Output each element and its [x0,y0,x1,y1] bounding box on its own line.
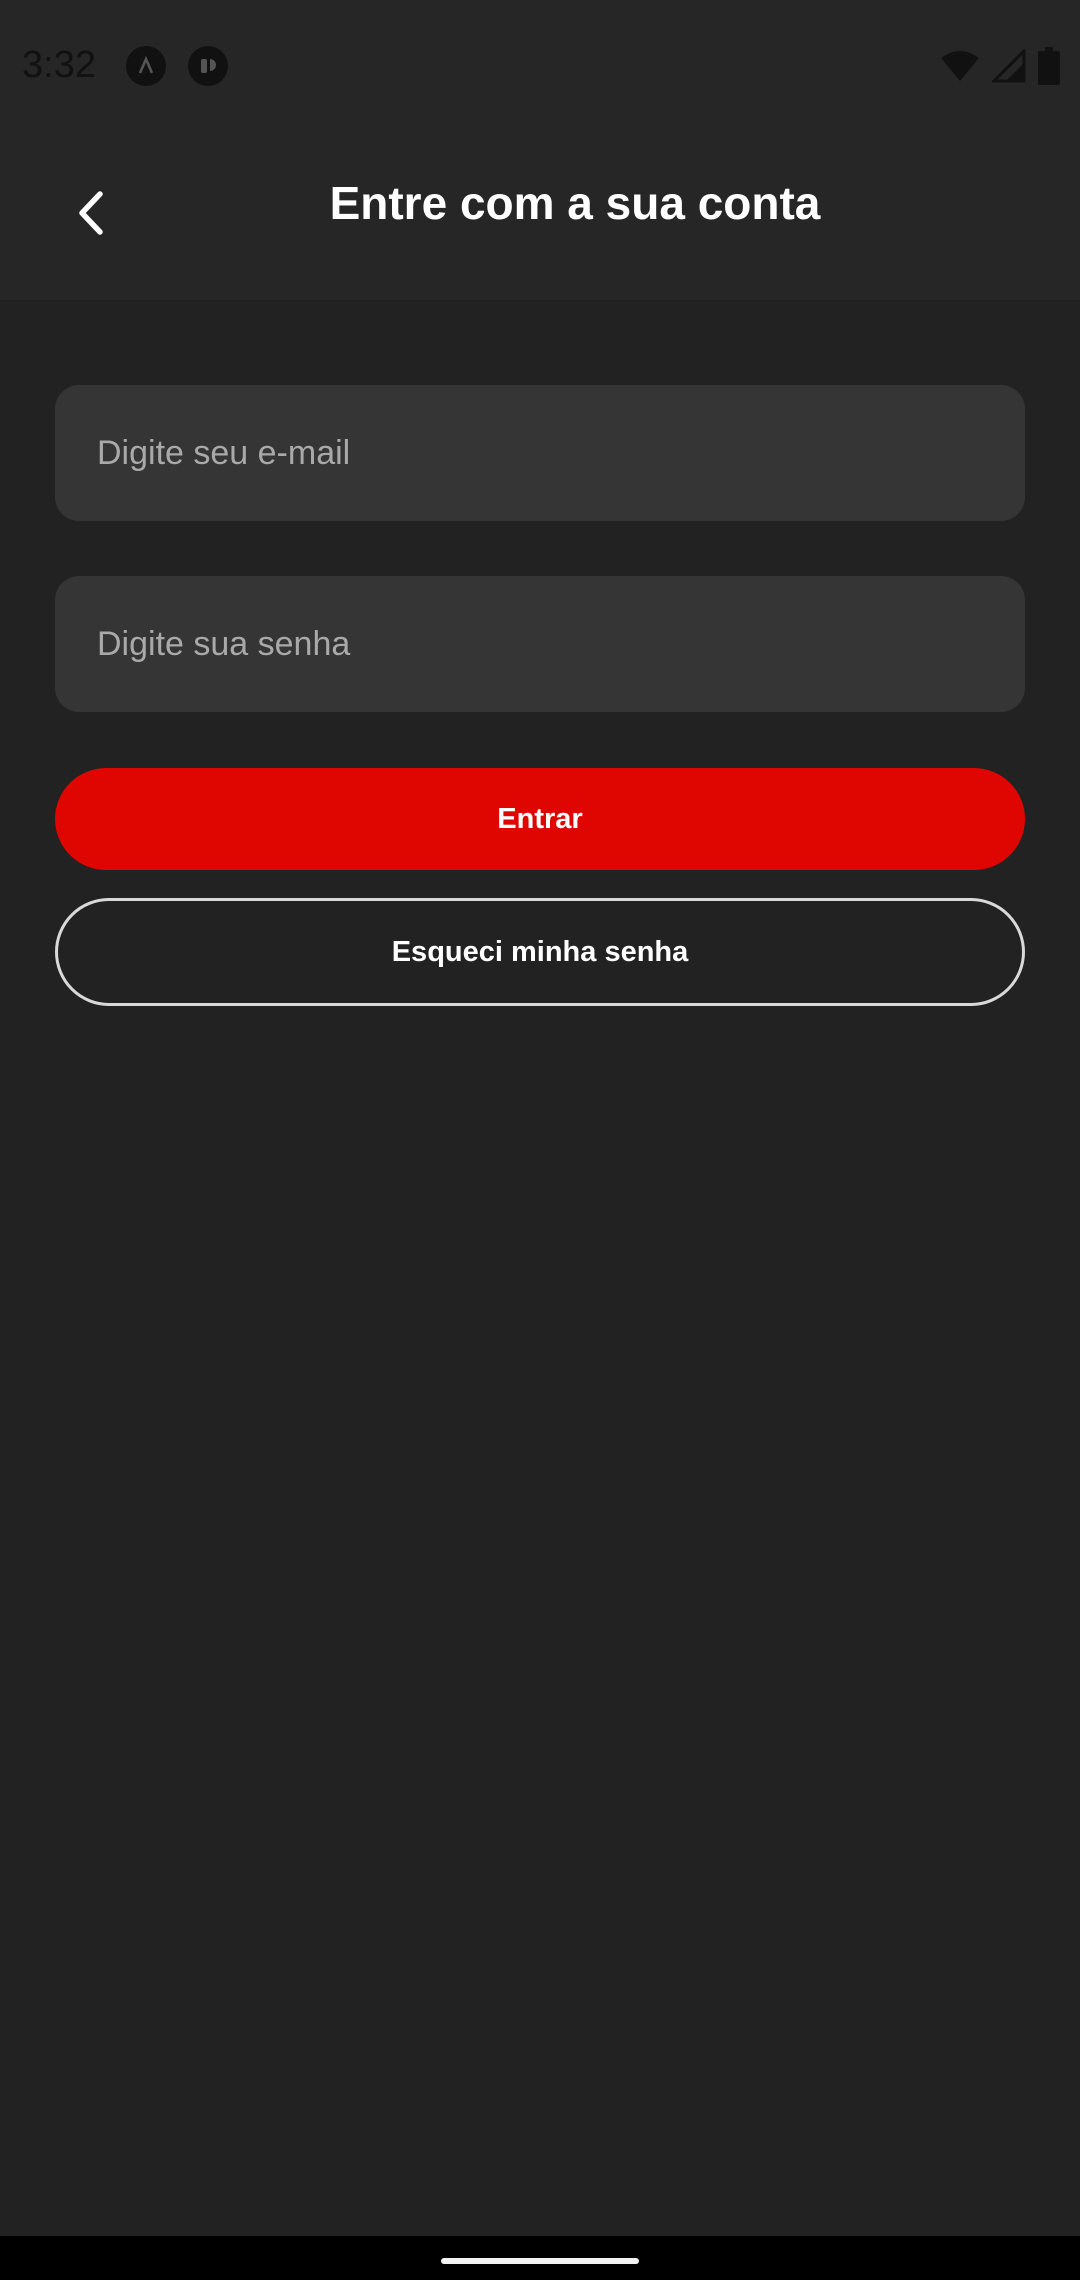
email-field[interactable] [55,385,1025,521]
battery-icon [1038,46,1060,90]
status-icons [940,46,1060,90]
header-divider [0,300,1080,306]
app-header: Entre com a sua conta [0,136,1080,304]
app-notification-icon [126,46,166,86]
wifi-icon [940,49,980,88]
login-screen: 3:32 Entre com a sua conta Digite seu e-… [0,0,1080,2280]
password-field[interactable] [55,576,1025,712]
app-notification-icon-2 [188,46,228,86]
password-input[interactable] [97,576,1025,712]
cell-signal-icon [990,46,1026,88]
page-title: Entre com a sua conta [329,177,821,229]
email-input[interactable] [97,385,1025,521]
status-bar: 3:32 [0,0,1080,136]
login-button[interactable]: Entrar [55,768,1025,870]
navigation-bar [0,2236,1080,2280]
status-time: 3:32 [22,44,96,86]
home-gesture-handle[interactable] [441,2258,639,2264]
forgot-password-button[interactable]: Esqueci minha senha [55,898,1025,1006]
